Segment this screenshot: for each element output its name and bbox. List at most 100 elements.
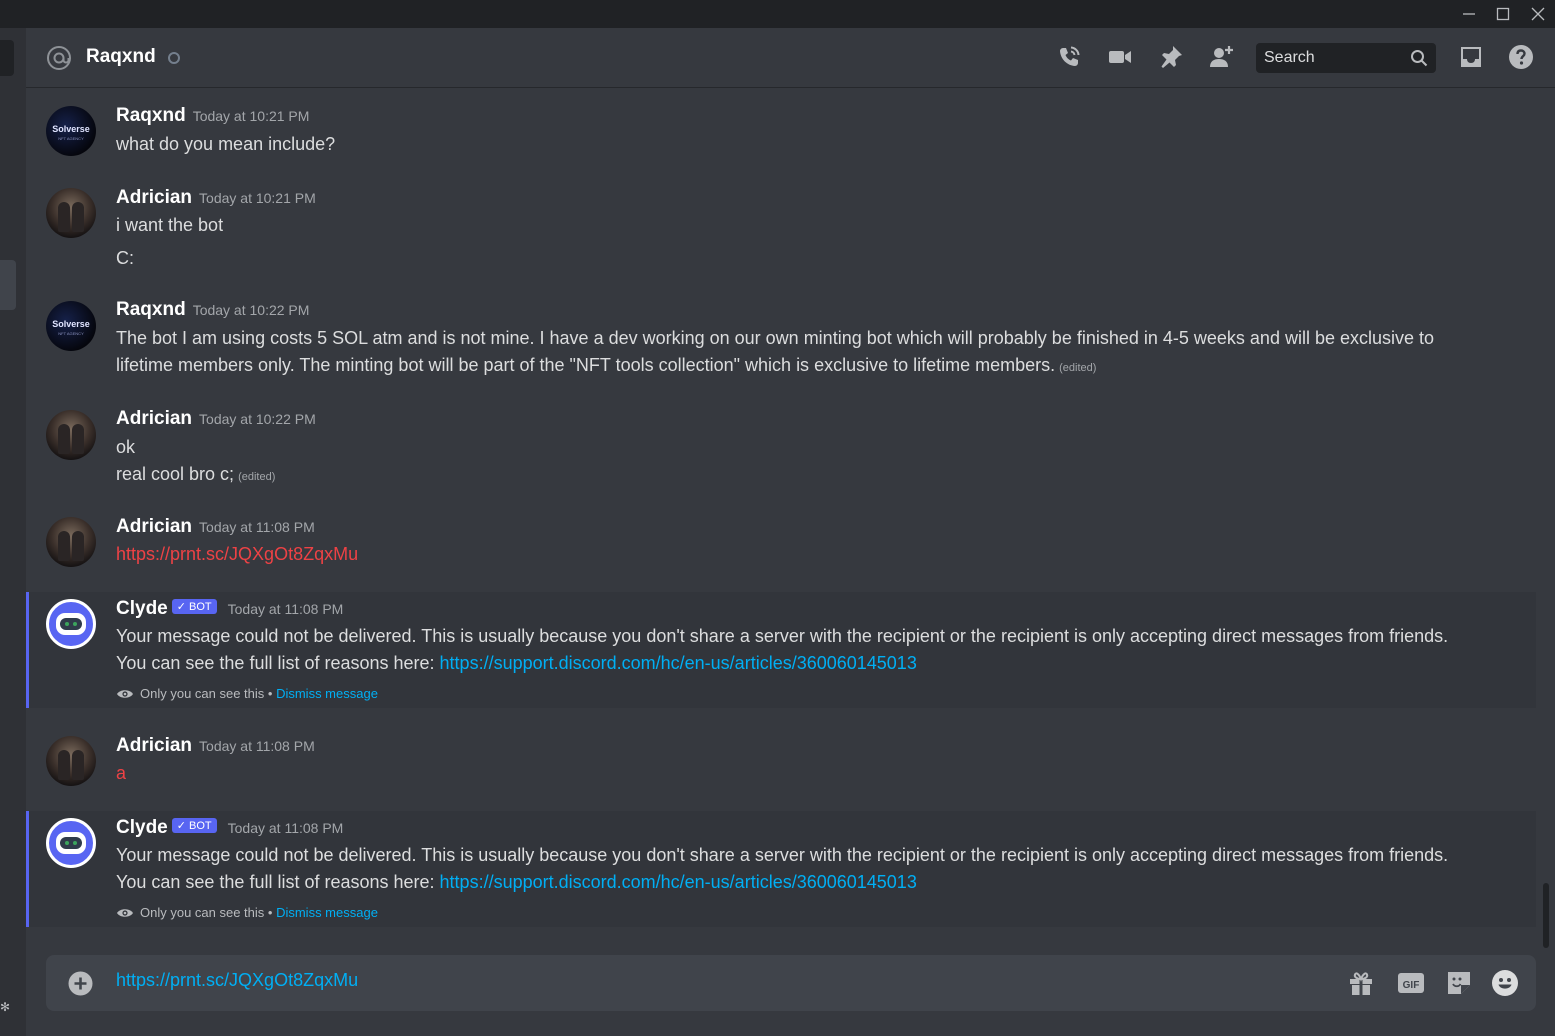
only-you-text: Only you can see this • <box>140 686 273 701</box>
minimize-icon[interactable] <box>1452 0 1486 28</box>
message-item: Adrician Today at 10:22 PM ok real cool b… <box>26 394 1536 494</box>
timestamp: Today at 10:22 PM <box>192 302 310 318</box>
username[interactable]: Clyde <box>116 817 168 838</box>
gift-icon[interactable] <box>1347 969 1375 997</box>
offline-status-icon <box>168 52 180 64</box>
gif-icon[interactable]: GIF <box>1397 969 1425 997</box>
clyde-avatar[interactable] <box>46 818 96 868</box>
message-text: C: <box>116 248 134 268</box>
video-icon[interactable] <box>1107 44 1133 70</box>
support-link[interactable]: https://support.discord.com/hc/en-us/art… <box>440 653 917 673</box>
message-item: Adrician Today at 11:08 PM https://prnt.s… <box>26 502 1536 582</box>
scrollbar-thumb[interactable] <box>1543 883 1549 948</box>
timestamp: Today at 11:08 PM <box>227 601 344 617</box>
call-icon[interactable] <box>1056 44 1082 70</box>
message-text: Your message could not be delivered. Thi… <box>116 623 1476 677</box>
message-text: what do you mean include? <box>116 134 336 154</box>
maximize-icon[interactable] <box>1486 0 1520 28</box>
left-sidebar-edge: ✻ <box>0 28 26 1036</box>
user-avatar[interactable] <box>46 188 96 238</box>
username[interactable]: Raqxnd <box>116 299 186 320</box>
scrollbar[interactable] <box>1541 88 1551 953</box>
message-header: Clyde ✓ BOT Today at 11:08 PM <box>116 817 343 839</box>
timestamp: Today at 11:08 PM <box>199 519 315 535</box>
timestamp: Today at 11:08 PM <box>227 820 344 836</box>
search-input[interactable]: Search <box>1256 43 1436 73</box>
message-input[interactable]: https://prnt.sc/JQXgOt8ZqxMu <box>116 970 358 991</box>
pin-icon[interactable] <box>1158 44 1184 70</box>
message-text: ok <box>116 437 136 457</box>
inbox-icon[interactable] <box>1458 44 1484 70</box>
username[interactable]: Adrician <box>116 187 192 208</box>
message-list: Solverse NFT AGENCY Raqxnd Today at 10:21 … <box>26 88 1536 938</box>
user-avatar[interactable]: Solverse NFT AGENCY <box>46 301 96 351</box>
message-header: Raqxnd Today at 10:21 PM <box>116 105 309 127</box>
svg-text:GIF: GIF <box>1403 980 1420 991</box>
avatar-logo-subtext: NFT AGENCY <box>58 331 84 336</box>
failed-message-text: a <box>116 763 127 783</box>
user-avatar[interactable] <box>46 517 96 567</box>
search-placeholder: Search <box>1264 49 1315 66</box>
message-text: i want the bot <box>116 215 224 235</box>
timestamp: Today at 11:08 PM <box>199 738 315 754</box>
username[interactable]: Adrician <box>116 516 192 537</box>
at-icon <box>46 45 72 71</box>
timestamp: Today at 10:21 PM <box>192 108 310 124</box>
message-header: Adrician Today at 11:08 PM <box>116 735 315 757</box>
bot-badge: ✓ BOT <box>171 599 217 614</box>
add-friend-icon[interactable] <box>1208 44 1234 70</box>
ephemeral-note: Only you can see this • Dismiss message <box>116 905 378 920</box>
avatar-logo-subtext: NFT AGENCY <box>58 136 84 141</box>
message-composer[interactable]: https://prnt.sc/JQXgOt8ZqxMu GIF <box>46 955 1536 1011</box>
user-avatar[interactable]: Solverse NFT AGENCY <box>46 106 96 156</box>
message-text: Your message could not be delivered. Thi… <box>116 842 1476 896</box>
help-icon[interactable] <box>1508 44 1534 70</box>
bot-badge: ✓ BOT <box>171 818 217 833</box>
sidebar-selected-item[interactable] <box>0 260 16 310</box>
channel-name: Raqxnd <box>86 46 156 67</box>
message-text: real cool bro c; (edited) <box>116 461 1476 491</box>
ephemeral-note: Only you can see this • Dismiss message <box>116 686 378 701</box>
clyde-avatar[interactable] <box>46 599 96 649</box>
dismiss-message-link[interactable]: Dismiss message <box>276 686 378 701</box>
timestamp: Today at 10:22 PM <box>199 411 316 427</box>
settings-gear-fragment[interactable]: ✻ <box>0 1000 10 1014</box>
close-icon[interactable] <box>1521 0 1555 28</box>
username[interactable]: Clyde <box>116 598 168 619</box>
message-item: Adrician Today at 11:08 PM a <box>26 721 1536 801</box>
username[interactable]: Adrician <box>116 408 192 429</box>
message-item: Solverse NFT AGENCY Raqxnd Today at 10:22 … <box>26 281 1536 386</box>
message-item: Adrician Today at 10:21 PM i want the bot… <box>26 168 1536 278</box>
dismiss-message-link[interactable]: Dismiss message <box>276 905 378 920</box>
avatar-logo-text: Solverse <box>52 319 90 329</box>
message-header: Adrician Today at 10:22 PM <box>116 408 316 430</box>
edited-tag: (edited) <box>1059 362 1097 374</box>
system-message-item: Clyde ✓ BOT Today at 11:08 PM Your message… <box>26 811 1536 927</box>
user-avatar[interactable] <box>46 410 96 460</box>
eye-icon <box>116 688 134 700</box>
sticker-icon[interactable] <box>1445 969 1473 997</box>
search-icon <box>1410 49 1428 67</box>
system-message-item: Clyde ✓ BOT Today at 11:08 PM Your message… <box>26 592 1536 708</box>
message-body: The bot I am using costs 5 SOL atm and i… <box>116 328 1435 375</box>
only-you-text: Only you can see this • <box>140 905 273 920</box>
message-item: Solverse NFT AGENCY Raqxnd Today at 10:21 … <box>26 88 1536 168</box>
message-body: real cool bro c; <box>116 464 235 484</box>
emoji-icon[interactable] <box>1491 969 1519 997</box>
message-header: Adrician Today at 11:08 PM <box>116 516 315 538</box>
title-bar <box>0 0 1555 28</box>
failed-message-link[interactable]: https://prnt.sc/JQXgOt8ZqxMu <box>116 541 1476 568</box>
plus-icon[interactable] <box>68 971 93 996</box>
eye-icon <box>116 907 134 919</box>
avatar-logo-text: Solverse <box>52 124 90 134</box>
user-avatar[interactable] <box>46 736 96 786</box>
username[interactable]: Adrician <box>116 735 192 756</box>
message-header: Clyde ✓ BOT Today at 11:08 PM <box>116 598 343 620</box>
timestamp: Today at 10:21 PM <box>199 190 316 206</box>
support-link[interactable]: https://support.discord.com/hc/en-us/art… <box>440 872 917 892</box>
channel-header: Raqxnd Search <box>26 28 1555 88</box>
sidebar-fragment <box>0 40 14 76</box>
username[interactable]: Raqxnd <box>116 105 186 126</box>
message-header: Raqxnd Today at 10:22 PM <box>116 299 309 321</box>
message-header: Adrician Today at 10:21 PM <box>116 187 316 209</box>
